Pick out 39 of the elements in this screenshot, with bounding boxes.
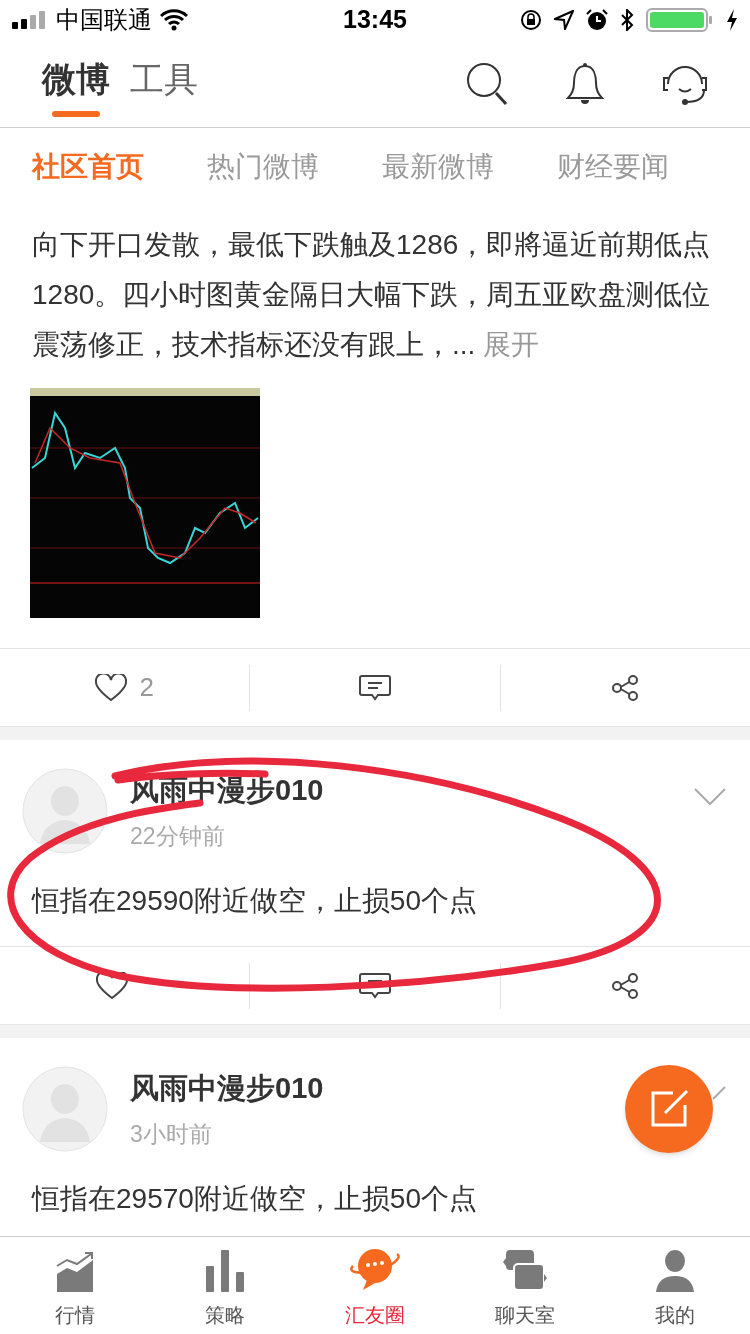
header-tab[interactable]: 微博 xyxy=(42,50,110,117)
alarm-icon xyxy=(586,9,608,31)
like-count: 2 xyxy=(139,671,154,704)
header-tab[interactable]: 工具 xyxy=(130,50,198,117)
comment-icon[interactable] xyxy=(359,971,391,1000)
search-icon[interactable] xyxy=(466,61,508,106)
post-time: 3小时前 xyxy=(130,1119,212,1149)
nav-tab[interactable]: 汇友圈 xyxy=(300,1237,450,1334)
post-text: 向下开口发散，最低下跌触及1286，即將逼近前期低点1280。四小时图黄金隔日大幅下跌，周五亚欧盘测低位震荡修正，技术指标还没有跟上，... 展开 xyxy=(31,228,712,362)
carrier-name: 中国联通 xyxy=(56,5,152,35)
post-text: 恒指在29570附近做空，止损50个点 xyxy=(30,1182,478,1216)
status-time: 13:45 xyxy=(343,4,407,36)
rotation-lock-icon xyxy=(520,9,542,31)
bar-chart-icon xyxy=(206,1250,244,1292)
comment-icon[interactable] xyxy=(359,673,391,702)
chart-icon xyxy=(55,1250,95,1292)
signal-icon xyxy=(12,11,48,29)
post-time: 22分钟前 xyxy=(130,821,225,851)
heart-icon[interactable] xyxy=(95,673,128,702)
nav-tab[interactable]: 策略 xyxy=(150,1237,300,1334)
chat-bubbles-icon xyxy=(503,1250,547,1292)
share-icon[interactable] xyxy=(611,673,640,702)
planet-chat-icon xyxy=(349,1246,401,1292)
bell-icon[interactable] xyxy=(566,61,604,106)
person-icon xyxy=(656,1250,694,1292)
wifi-icon xyxy=(160,9,188,31)
nav-tab[interactable]: 我的 xyxy=(600,1237,750,1334)
heart-icon[interactable] xyxy=(95,971,128,1000)
location-icon xyxy=(554,10,574,30)
bluetooth-icon xyxy=(620,9,634,31)
avatar-icon[interactable] xyxy=(22,768,108,854)
charging-icon xyxy=(726,9,738,31)
edit-icon xyxy=(649,1089,689,1129)
battery-icon xyxy=(646,8,714,32)
share-icon[interactable] xyxy=(611,971,640,1000)
nav-tab[interactable]: 聊天室 xyxy=(450,1237,600,1334)
nav-tab[interactable]: 行情 xyxy=(0,1237,150,1334)
author-name[interactable]: 风雨中漫步010 xyxy=(130,1067,324,1111)
post-text: 恒指在29590附近做空，止损50个点 xyxy=(30,884,478,918)
